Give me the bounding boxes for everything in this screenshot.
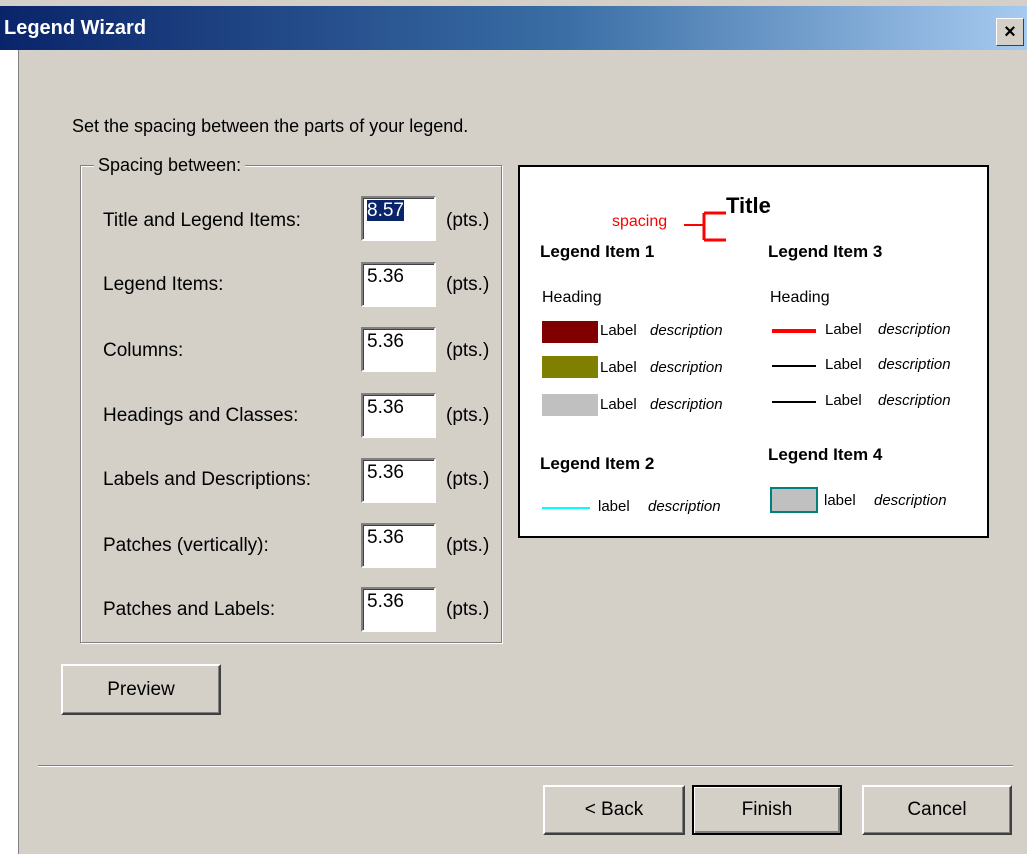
- selected-value: 8.57: [367, 200, 404, 221]
- line-symbol: [772, 365, 816, 367]
- line-symbol: [772, 329, 816, 333]
- class-label: Label: [825, 392, 862, 409]
- patch-swatch: [770, 487, 818, 513]
- patch-swatch: [542, 394, 598, 416]
- class-description: description: [878, 321, 951, 338]
- legend-items-input[interactable]: 5.36: [361, 262, 436, 307]
- unit-label: (pts.): [446, 210, 490, 231]
- legend-item-4-name: Legend Item 4: [768, 445, 883, 464]
- finish-button[interactable]: Finish: [692, 785, 842, 835]
- patches-labels-label: Patches and Labels:: [103, 599, 276, 620]
- left-border-line: [18, 44, 19, 854]
- class-label: Label: [600, 396, 637, 413]
- legend-item-3-heading: Heading: [770, 289, 830, 306]
- unit-label: (pts.): [446, 469, 490, 490]
- class-label: Label: [825, 356, 862, 373]
- legend-item-2-name: Legend Item 2: [540, 454, 655, 473]
- unit-label: (pts.): [446, 340, 490, 361]
- legend-item-3-name: Legend Item 3: [768, 242, 883, 261]
- close-icon[interactable]: ×: [996, 18, 1024, 46]
- legend-wizard-dialog: Legend Wizard × Set the spacing between …: [0, 0, 1027, 854]
- patches-vertically-input[interactable]: 5.36: [361, 523, 436, 568]
- class-label: Label: [825, 321, 862, 338]
- instruction-text: Set the spacing between the parts of you…: [72, 116, 469, 136]
- class-label: label: [824, 492, 856, 509]
- class-description: description: [878, 356, 951, 373]
- spacing-bracket-icon: [684, 211, 726, 242]
- spacing-group-label: Spacing between:: [94, 155, 246, 176]
- class-description: description: [878, 392, 951, 409]
- patch-swatch: [542, 356, 598, 378]
- columns-input[interactable]: 5.36: [361, 327, 436, 372]
- legend-item-1-heading: Heading: [542, 289, 602, 306]
- cancel-button[interactable]: Cancel: [862, 785, 1012, 835]
- patches-vertically-label: Patches (vertically):: [103, 535, 269, 556]
- unit-label: (pts.): [446, 599, 490, 620]
- title-bar[interactable]: Legend Wizard ×: [0, 6, 1027, 50]
- class-label: Label: [600, 322, 637, 339]
- window-title: Legend Wizard: [4, 17, 147, 39]
- unit-label: (pts.): [446, 405, 490, 426]
- left-border: [0, 44, 19, 854]
- labels-descriptions-label: Labels and Descriptions:: [103, 469, 312, 490]
- unit-label: (pts.): [446, 535, 490, 556]
- class-description: description: [874, 492, 947, 509]
- title-legend-items-input[interactable]: 8.57: [361, 196, 436, 241]
- class-description: description: [650, 396, 723, 413]
- back-button[interactable]: < Back: [543, 785, 685, 835]
- legend-preview-panel: Title spacing Legend Item 1 Heading Labe…: [518, 165, 989, 538]
- line-symbol: [542, 507, 590, 509]
- class-description: description: [650, 322, 723, 339]
- legend-item-1-name: Legend Item 1: [540, 242, 655, 261]
- patch-swatch: [542, 321, 598, 343]
- class-description: description: [650, 359, 723, 376]
- line-symbol: [772, 401, 816, 403]
- preview-button[interactable]: Preview: [61, 664, 221, 715]
- headings-classes-input[interactable]: 5.36: [361, 393, 436, 438]
- title-legend-items-label: Title and Legend Items:: [103, 210, 301, 231]
- patches-labels-input[interactable]: 5.36: [361, 587, 436, 632]
- labels-descriptions-input[interactable]: 5.36: [361, 458, 436, 503]
- unit-label: (pts.): [446, 274, 490, 295]
- spacing-groupbox: [80, 165, 502, 643]
- separator-highlight: [38, 766, 1013, 767]
- class-label: Label: [600, 359, 637, 376]
- columns-label: Columns:: [103, 340, 184, 361]
- headings-classes-label: Headings and Classes:: [103, 405, 299, 426]
- class-description: description: [648, 498, 721, 515]
- legend-items-label: Legend Items:: [103, 274, 224, 295]
- class-label: label: [598, 498, 630, 515]
